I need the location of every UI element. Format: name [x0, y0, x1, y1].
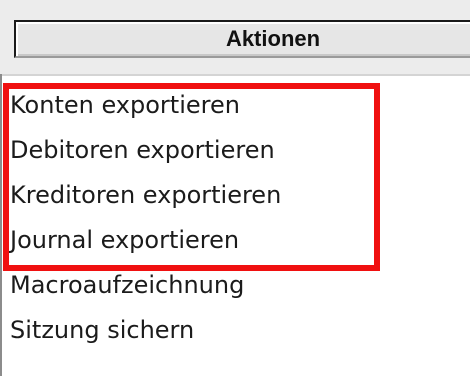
actions-column-header-label: Aktionen	[225, 26, 321, 51]
action-export-accounts[interactable]: Konten exportieren	[10, 88, 281, 133]
action-export-creditors[interactable]: Kreditoren exportieren	[10, 178, 281, 223]
column-header-bar: Aktionen	[0, 0, 470, 76]
actions-column-header[interactable]: Aktionen	[14, 20, 470, 58]
panel-left-border	[0, 74, 2, 376]
actions-panel: Aktionen Konten exportieren Debitoren ex…	[0, 0, 470, 376]
action-export-debtors[interactable]: Debitoren exportieren	[10, 133, 281, 178]
action-list: Konten exportieren Debitoren exportieren…	[10, 88, 281, 358]
action-macro-recording[interactable]: Macroaufzeichnung	[10, 268, 281, 313]
action-export-journal[interactable]: Journal exportieren	[10, 223, 281, 268]
action-save-session[interactable]: Sitzung sichern	[10, 313, 281, 358]
